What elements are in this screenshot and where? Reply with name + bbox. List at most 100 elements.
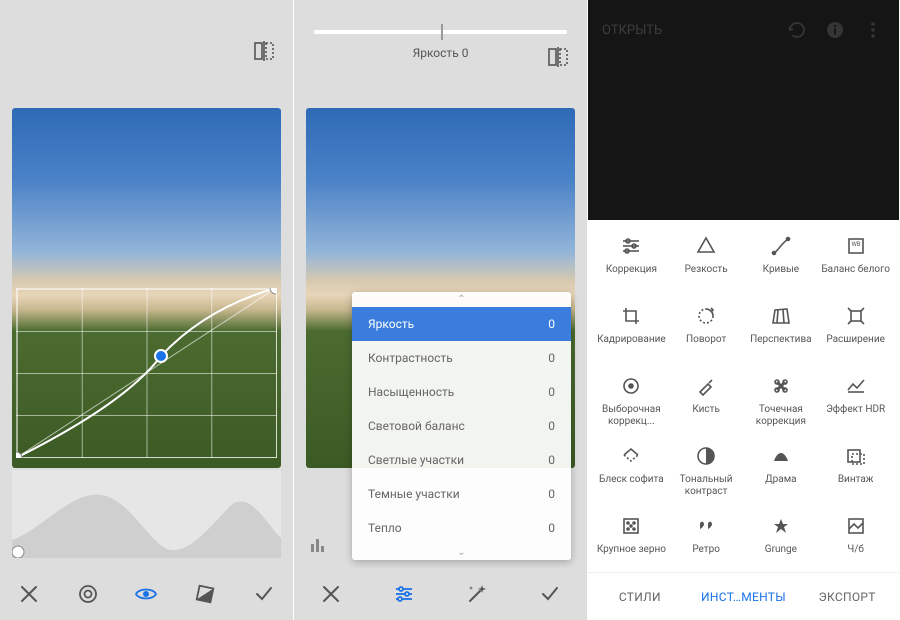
adjustment-label: Яркость [368, 317, 414, 331]
adjustment-value: 0 [548, 453, 555, 467]
curves-bottom-toolbar [0, 568, 293, 620]
tool-item[interactable]: Драма [744, 444, 819, 510]
tune-icon[interactable] [382, 572, 426, 616]
tool-label: Эффект HDR [826, 404, 885, 428]
tone-curve[interactable] [16, 288, 276, 458]
tool-icon [620, 514, 642, 538]
tool-label: Кисть [692, 404, 720, 428]
tool-label: Ретро [692, 544, 720, 568]
bottom-tabs: СТИЛИИНСТ…МЕНТЫЭКСПОРТ [588, 572, 899, 620]
close-icon[interactable] [309, 572, 353, 616]
tool-icon [695, 234, 717, 258]
tool-label: Поворот [686, 334, 726, 358]
luminance-channel-icon[interactable] [124, 572, 168, 616]
image-well[interactable] [588, 60, 899, 220]
tool-icon [695, 304, 717, 328]
tool-item[interactable]: Точечная коррекция [744, 374, 819, 440]
bottom-tab[interactable]: ЭКСПОРТ [795, 573, 899, 620]
tool-icon [845, 514, 867, 538]
tool-item[interactable]: Блеск софита [594, 444, 669, 510]
tool-icon [845, 444, 867, 468]
tool-item[interactable]: Кривые [744, 234, 819, 300]
tool-icon [695, 444, 717, 468]
adjustment-row[interactable]: Насыщенность0 [352, 375, 571, 409]
tool-label: Драма [765, 474, 796, 498]
tools-panel: ОТКРЫТЬ Коррекция Резкость КривыеWBБаланс … [588, 0, 900, 620]
tool-icon [770, 234, 792, 258]
tools-grid: Коррекция Резкость КривыеWBБаланс белого Ка… [588, 220, 899, 572]
slider-center-tick [441, 24, 443, 40]
tool-item[interactable]: Ретро [669, 514, 744, 572]
close-icon[interactable] [7, 572, 51, 616]
tune-image-panel: Яркость 0 ⌃ Яркость0Контрастность0Насыще… [294, 0, 588, 620]
compare-icon[interactable] [547, 46, 569, 71]
tool-icon [770, 304, 792, 328]
tool-item[interactable]: Ч/б [818, 514, 893, 572]
adjustment-value: 0 [548, 351, 555, 365]
adjustment-row[interactable]: Тепло 0 [352, 511, 571, 545]
tool-label: Резкость [685, 264, 728, 288]
auto-enhance-icon[interactable] [455, 572, 499, 616]
tool-item[interactable]: Эффект HDR [818, 374, 893, 440]
adjustment-label: Насыщенность [368, 385, 454, 399]
tool-item[interactable]: Кисть [669, 374, 744, 440]
compare-icon[interactable] [253, 40, 275, 65]
info-icon[interactable] [823, 18, 847, 42]
svg-text:WB: WB [851, 241, 860, 248]
slider-value-label: Яркость 0 [294, 46, 587, 60]
tool-icon [620, 444, 642, 468]
bottom-tab[interactable]: ИНСТ…МЕНТЫ [692, 573, 796, 620]
adjustments-list[interactable]: ⌃ Яркость0Контрастность0Насыщенность0Све… [352, 292, 571, 560]
tool-item[interactable]: Поворот [669, 304, 744, 370]
tool-item[interactable]: WBБаланс белого [818, 234, 893, 300]
adjustment-row[interactable]: Световой баланс0 [352, 409, 571, 443]
tool-item[interactable]: Винтаж [818, 444, 893, 510]
tool-label: Винтаж [838, 474, 874, 498]
adjustment-label: Тепло [368, 521, 402, 535]
undo-icon[interactable] [785, 18, 809, 42]
tool-item[interactable]: Кадрирование [594, 304, 669, 370]
adjustment-row[interactable]: Яркость0 [352, 307, 571, 341]
tool-item[interactable]: Тональный контраст [669, 444, 744, 510]
tool-icon [620, 374, 642, 398]
adjustment-row[interactable]: Контрастность 0 [352, 341, 571, 375]
adjustment-value: 0 [548, 521, 555, 535]
tool-label: Коррекция [606, 264, 657, 288]
tool-label: Кадрирование [597, 334, 666, 358]
more-icon[interactable] [861, 18, 885, 42]
tool-label: Выборочная коррекц... [596, 404, 667, 428]
histogram-area [12, 470, 281, 558]
adjustment-row[interactable]: Темные участки0 [352, 477, 571, 511]
chevron-down-icon[interactable]: ⌄ [352, 545, 571, 560]
tool-item[interactable]: Крупное зерно [594, 514, 669, 572]
adjustment-label: Темные участки [368, 487, 460, 501]
tool-item[interactable]: Коррекция [594, 234, 669, 300]
tool-icon [770, 514, 792, 538]
accept-icon[interactable] [242, 572, 286, 616]
tool-label: Блеск софита [599, 474, 664, 498]
tool-item[interactable]: Перспектива [744, 304, 819, 370]
tool-icon [695, 374, 717, 398]
tool-item[interactable]: Расширение [818, 304, 893, 370]
tool-icon [620, 304, 642, 328]
adjustment-label: Контрастность [368, 351, 453, 365]
tool-label: Ч/б [847, 544, 864, 568]
tool-icon [620, 234, 642, 258]
rgb-channel-icon[interactable] [66, 572, 110, 616]
histogram-toggle-icon[interactable] [310, 535, 328, 556]
chevron-up-icon[interactable]: ⌃ [352, 292, 571, 307]
accept-icon[interactable] [528, 572, 572, 616]
tool-item[interactable]: Резкость [669, 234, 744, 300]
adjustment-label: Световой баланс [368, 419, 465, 433]
tool-icon [770, 374, 792, 398]
bottom-tab[interactable]: СТИЛИ [588, 573, 692, 620]
open-button[interactable]: ОТКРЫТЬ [602, 23, 771, 38]
photo-preview[interactable] [12, 108, 281, 468]
tool-label: Grunge [765, 544, 797, 568]
tool-item[interactable]: Выборочная коррекц... [594, 374, 669, 440]
adjustment-row[interactable]: Светлые участки0 [352, 443, 571, 477]
tool-icon [845, 374, 867, 398]
contrast-channel-icon[interactable] [183, 572, 227, 616]
tool-label: Перспектива [750, 334, 812, 358]
tool-item[interactable]: Grunge [744, 514, 819, 572]
